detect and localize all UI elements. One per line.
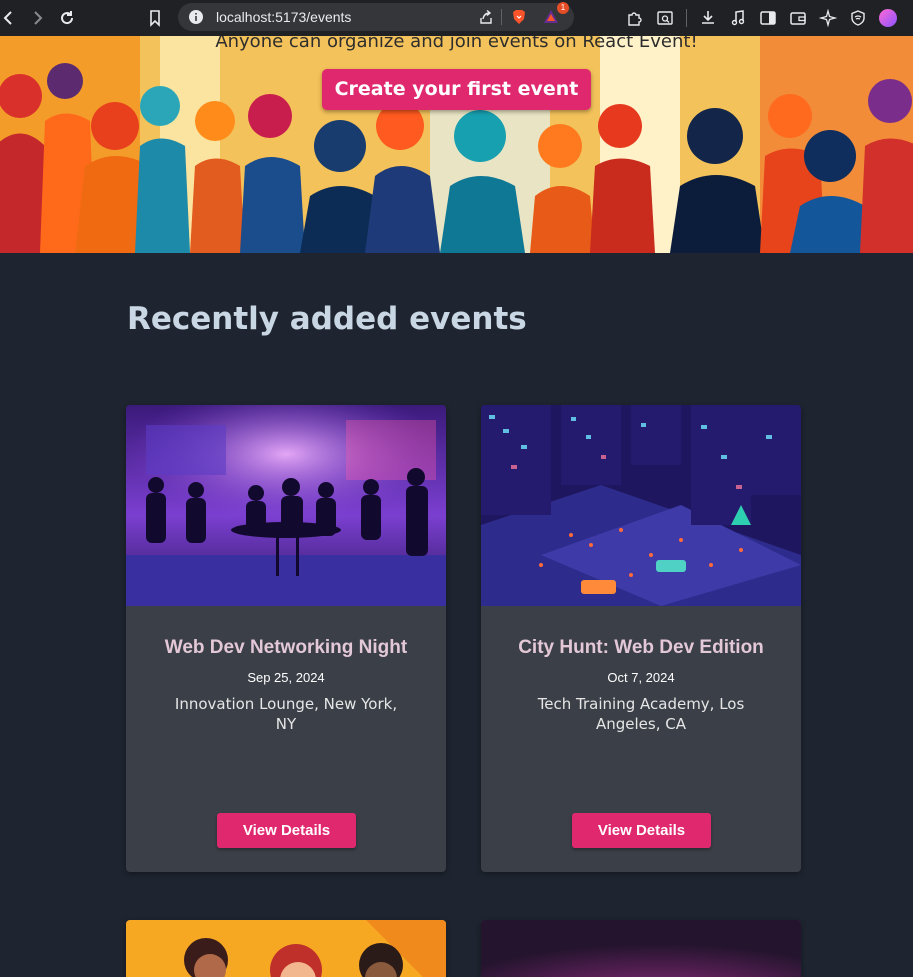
city-hunt-illustration xyxy=(481,405,801,606)
networking-night-illustration xyxy=(126,405,446,606)
reader-mode-icon xyxy=(657,11,673,25)
hero-subtitle: Anyone can organize and join events on R… xyxy=(215,36,698,52)
sidebar-button[interactable] xyxy=(753,3,783,33)
extensions-button[interactable] xyxy=(620,3,650,33)
shield-icon xyxy=(851,10,865,26)
reload-button[interactable] xyxy=(52,3,82,33)
event-card: City Hunt: Web Dev Edition Oct 7, 2024 T… xyxy=(481,405,801,872)
reload-icon xyxy=(61,11,74,25)
forward-arrow-icon xyxy=(34,11,43,25)
sparkle-icon xyxy=(819,9,837,27)
profile-button[interactable] xyxy=(873,3,903,33)
section-title: Recently added events xyxy=(127,301,527,337)
url-text[interactable]: localhost:5173/events xyxy=(216,9,351,25)
wallet-button[interactable] xyxy=(783,3,813,33)
music-note-icon xyxy=(731,10,745,26)
leo-ai-button[interactable] xyxy=(813,3,843,33)
view-details-button[interactable]: View Details xyxy=(217,813,356,848)
profile-avatar xyxy=(879,9,897,27)
vpn-button[interactable] xyxy=(843,3,873,33)
puzzle-icon xyxy=(628,12,642,26)
dark-event-illustration xyxy=(481,920,801,977)
sidebar-icon xyxy=(760,11,776,25)
event-image xyxy=(126,920,446,977)
event-location: Innovation Lounge, New York, NY xyxy=(174,695,398,733)
forward-button[interactable] xyxy=(22,3,52,33)
create-first-event-button[interactable]: Create your first event xyxy=(322,69,591,110)
download-icon xyxy=(702,11,714,24)
address-divider xyxy=(501,9,502,25)
event-date: Sep 25, 2024 xyxy=(247,670,325,685)
event-card xyxy=(481,920,801,977)
media-button[interactable] xyxy=(723,3,753,33)
event-image xyxy=(126,405,446,606)
view-details-button[interactable]: View Details xyxy=(572,813,711,848)
address-bar[interactable]: localhost:5173/events 1 xyxy=(178,2,574,31)
wallet-icon xyxy=(790,12,806,25)
event-image xyxy=(481,405,801,606)
bookmark-icon xyxy=(150,10,160,27)
bookmark-button[interactable] xyxy=(140,3,170,33)
event-card: Web Dev Networking Night Sep 25, 2024 In… xyxy=(126,405,446,872)
back-arrow-icon xyxy=(3,11,12,25)
brave-shields-icon[interactable] xyxy=(510,8,528,26)
toolbar-separator xyxy=(686,9,687,27)
toolbar-icons xyxy=(620,0,903,36)
browser-toolbar: localhost:5173/events 1 xyxy=(0,0,913,36)
share-icon[interactable] xyxy=(478,9,494,25)
site-info-icon[interactable] xyxy=(188,9,204,25)
event-title[interactable]: Web Dev Networking Night xyxy=(126,637,446,659)
rewards-badge: 1 xyxy=(557,2,569,14)
hero-banner: Anyone can organize and join events on R… xyxy=(0,36,913,253)
event-card xyxy=(126,920,446,977)
event-date: Oct 7, 2024 xyxy=(607,670,675,685)
event-title[interactable]: City Hunt: Web Dev Edition xyxy=(481,637,801,659)
people-illustration xyxy=(126,920,446,977)
downloads-button[interactable] xyxy=(693,3,723,33)
back-button[interactable] xyxy=(0,3,24,33)
event-image xyxy=(481,920,801,977)
event-location: Tech Training Academy, Los Angeles, CA xyxy=(537,695,745,733)
reader-mode-button[interactable] xyxy=(650,3,680,33)
